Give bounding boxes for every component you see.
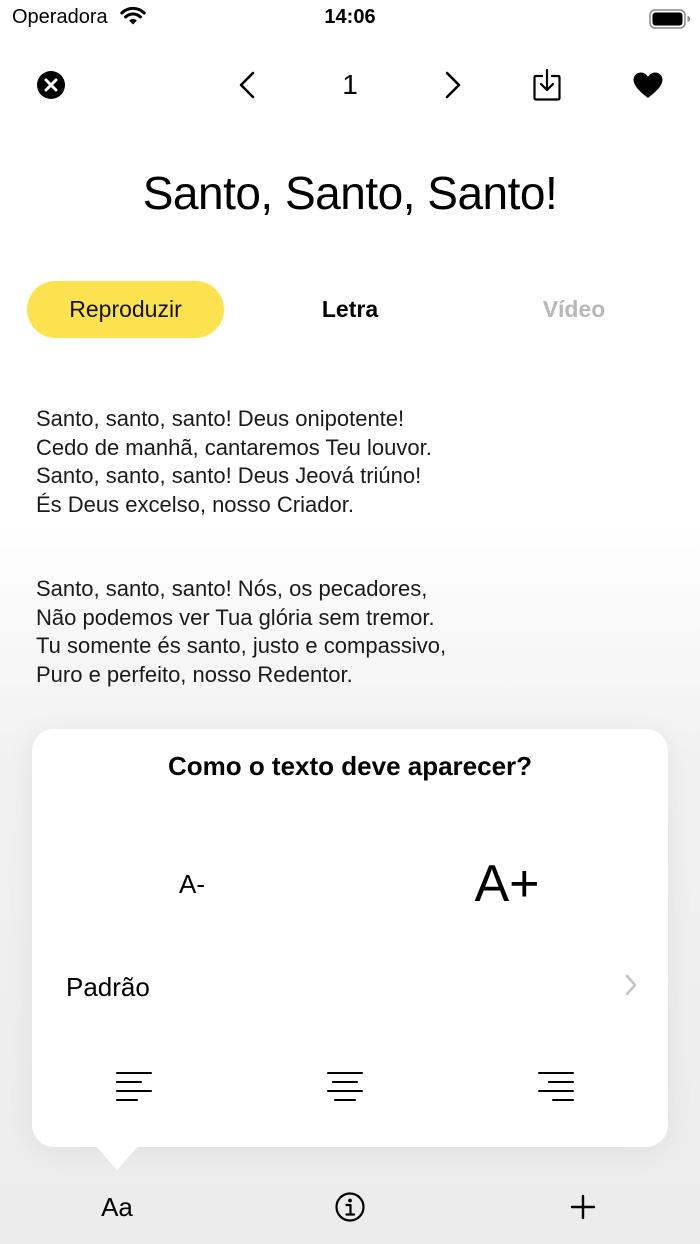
lyrics-line: Santo, santo, santo! Deus onipotente! xyxy=(36,406,405,431)
info-icon xyxy=(335,1192,365,1222)
chevron-left-icon xyxy=(239,71,255,99)
song-number: 1 xyxy=(342,69,358,100)
lyrics-line: Santo, santo, santo! Nós, os pecadores, xyxy=(36,576,428,601)
download-button[interactable] xyxy=(530,66,564,104)
text-settings-button[interactable]: Aa xyxy=(87,1188,147,1226)
lyrics-verse: Santo, santo, santo! Deus onipotente! Ce… xyxy=(36,405,656,519)
lyrics-line: Cedo de manhã, cantaremos Teu louvor. xyxy=(36,434,432,460)
increase-font-button[interactable]: A+ xyxy=(462,854,552,914)
chevron-right-icon xyxy=(625,974,637,996)
plus-icon xyxy=(570,1194,596,1220)
status-time: 14:06 xyxy=(324,6,376,28)
tab-reproduzir[interactable]: Reproduzir xyxy=(27,281,224,338)
align-left-icon xyxy=(116,1072,152,1101)
popover-arrow xyxy=(94,1144,140,1170)
lyrics-line: Puro e perfeito, nosso Redentor. xyxy=(36,661,353,687)
chevron-right-icon xyxy=(445,71,461,99)
previous-song-button[interactable] xyxy=(232,68,262,102)
lyrics-line: És Deus excelso, nosso Criador. xyxy=(36,491,354,517)
align-left-button[interactable] xyxy=(112,1067,156,1107)
close-button[interactable] xyxy=(34,68,68,102)
close-icon xyxy=(37,71,65,99)
favorite-button[interactable] xyxy=(630,68,666,102)
align-right-button[interactable] xyxy=(534,1067,578,1107)
info-button[interactable] xyxy=(332,1190,368,1224)
align-right-icon xyxy=(538,1072,574,1101)
text-appearance-popover: Como o texto deve aparecer? A- A+ Padrão xyxy=(32,729,668,1147)
download-icon xyxy=(533,68,561,101)
font-selector-row[interactable]: Padrão xyxy=(66,965,638,1009)
next-song-button[interactable] xyxy=(438,68,468,102)
align-center-button[interactable] xyxy=(323,1067,367,1107)
song-title: Santo, Santo, Santo! xyxy=(142,167,558,219)
add-button[interactable] xyxy=(565,1190,601,1224)
lyrics-line: Não podemos ver Tua glória sem tremor. xyxy=(36,604,435,630)
tab-video[interactable]: Vídeo xyxy=(474,281,674,338)
battery-icon xyxy=(649,9,691,34)
lyrics-verse: Santo, santo, santo! Nós, os pecadores, … xyxy=(36,575,656,689)
lyrics-line: Tu somente és santo, justo e compassivo, xyxy=(36,633,447,658)
heart-icon xyxy=(633,72,663,98)
lyrics-line: Santo, santo, santo! Deus Jeová triúno! xyxy=(36,463,422,488)
popover-title: Como o texto deve aparecer? xyxy=(167,751,533,781)
align-center-icon xyxy=(327,1072,363,1101)
tab-letra[interactable]: Letra xyxy=(250,281,450,338)
decrease-font-button[interactable]: A- xyxy=(160,859,224,909)
font-name-label: Padrão xyxy=(66,972,150,1002)
